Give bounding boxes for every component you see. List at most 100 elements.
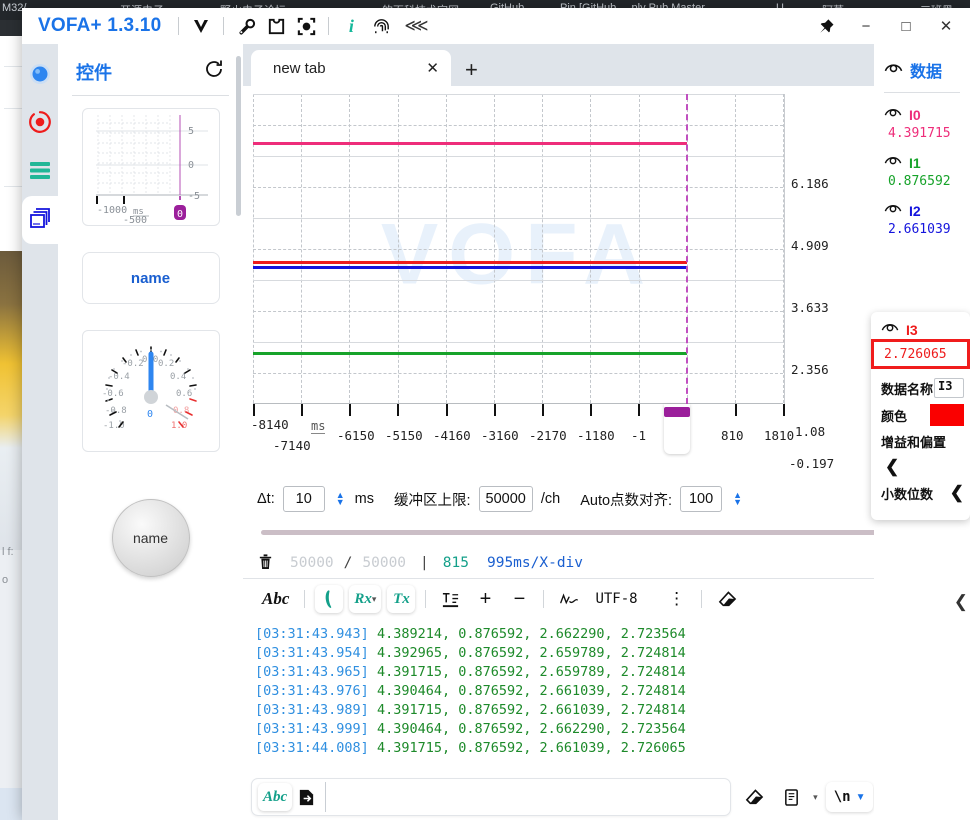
property-row-gain[interactable]: 增益和偏置 (871, 429, 970, 454)
button-widget-label: name (130, 269, 171, 287)
buffer-slider[interactable] (257, 518, 958, 548)
channel-row-I3[interactable]: I3 (871, 312, 970, 339)
abc-button[interactable]: Abc (257, 585, 294, 613)
close-button[interactable]: ✕ (926, 11, 966, 41)
log-values: 4.392965, 0.876592, 2.659789, 2.724814 (376, 645, 686, 661)
layers-icon (27, 205, 53, 236)
terminal-toolbar: Abc Rx ▾ Tx + − UTF-8 ⋮ (243, 579, 970, 619)
send-input[interactable] (325, 782, 724, 812)
minimize-button[interactable]: − (846, 11, 886, 41)
property-row-gain-expand[interactable]: ❮ (871, 454, 970, 480)
eye-icon[interactable] (884, 105, 902, 124)
round-button[interactable]: name (111, 499, 190, 577)
slider-track[interactable] (261, 530, 928, 535)
focus-icon[interactable] (291, 12, 321, 40)
pin-icon[interactable] (806, 11, 846, 41)
align-input[interactable]: 100 (680, 486, 723, 512)
dt-input[interactable]: 10 (282, 486, 325, 512)
round-button-widget[interactable]: name (82, 478, 220, 598)
trace-I3 (253, 261, 687, 264)
terminal-log[interactable]: [03:31:43.943] 4.389214, 0.876592, 2.662… (243, 619, 970, 774)
rx-dropdown[interactable]: Rx ▾ (349, 585, 382, 613)
refresh-icon[interactable] (203, 58, 225, 85)
data-panel-title: 数据 (910, 64, 943, 81)
send-abc-button[interactable]: Abc (258, 783, 293, 811)
terminal-menu-button[interactable]: ⋮ (663, 585, 691, 613)
tab-new-tab[interactable]: new tab ✕ (251, 50, 451, 86)
eye-icon[interactable] (884, 153, 902, 172)
tab-close-icon[interactable]: ✕ (426, 59, 439, 77)
widgets-title: 控件 (76, 62, 112, 83)
eraser-icon[interactable] (712, 585, 742, 613)
align-stepper[interactable]: ▲ ▼ (733, 491, 742, 507)
decrease-font-button[interactable]: − (505, 585, 533, 613)
log-timestamp: [03:31:43.976] (255, 683, 369, 699)
collapse-toolbar-button[interactable]: ⋘ (396, 16, 434, 36)
chart-cursor-line[interactable] (686, 94, 688, 404)
sidebar-item-connection[interactable] (22, 52, 58, 100)
tabbar: new tab ✕ + ⋮ (243, 44, 970, 86)
collapse-panel-button[interactable]: ❮ (954, 592, 968, 612)
trace-I0 (253, 142, 687, 145)
divider (884, 92, 960, 93)
channel-row-I2[interactable]: I2 (874, 197, 970, 220)
data-name-input[interactable]: I3 (934, 378, 964, 398)
channel-row-I0[interactable]: I0 (874, 101, 970, 124)
fingerprint-icon[interactable] (366, 12, 396, 40)
tx-button[interactable]: Tx (387, 585, 416, 613)
button-widget[interactable]: name (81, 252, 220, 304)
info-icon[interactable]: i (336, 12, 366, 40)
add-tab-button[interactable]: + (451, 57, 488, 86)
newline-dropdown[interactable]: \n ▼ (825, 782, 874, 812)
trace-I2 (253, 266, 687, 269)
phone-icon[interactable] (315, 585, 344, 613)
sidebar-item-list[interactable] (22, 148, 58, 196)
log-timestamp: [03:31:43.989] (255, 702, 369, 718)
record-target-icon (27, 109, 53, 140)
chart-controls-row-2: 50000 / 50000 | 815 995ms/X-div Auto (257, 548, 958, 578)
script-icon[interactable] (777, 783, 805, 811)
plot-widget[interactable]: 5 0 -5 -1000 ms -500 0 (81, 108, 220, 226)
eye-icon[interactable] (884, 201, 902, 220)
chart-plot[interactable]: VOFA (253, 94, 784, 404)
svg-text:5: 5 (188, 126, 194, 137)
sidebar-item-widgets[interactable] (22, 196, 58, 244)
widgets-scrollbar[interactable] (236, 56, 241, 216)
wrench-icon[interactable] (231, 12, 261, 40)
channel-card-I3[interactable]: I3 2.726065 数据名称 I3 颜色 增益和偏置 ❮ 小数位数 ❮ (871, 312, 970, 520)
maximize-button[interactable]: □ (886, 11, 926, 41)
trash-icon[interactable] (257, 552, 274, 575)
property-row-name[interactable]: 数据名称 I3 (871, 375, 970, 401)
send-input-wrap[interactable]: Abc (251, 778, 732, 816)
log-line: [03:31:43.999] 4.390464, 0.876592, 2.662… (255, 720, 970, 739)
eye-icon[interactable] (881, 320, 899, 339)
waveform-icon[interactable] (554, 585, 584, 613)
text-format-icon[interactable] (436, 585, 465, 613)
theme-shirt-icon[interactable] (261, 12, 291, 40)
eye-icon[interactable] (884, 60, 903, 80)
chart-cursor-handle[interactable] (664, 407, 690, 417)
property-row-decimals[interactable]: 小数位数 ❮ (871, 480, 970, 506)
encoding-label[interactable]: UTF-8 (590, 585, 642, 613)
send-eraser-icon[interactable] (739, 783, 769, 811)
color-swatch[interactable] (930, 404, 964, 426)
buffer-input[interactable]: 50000 (478, 486, 533, 512)
chevron-left-icon[interactable]: ❮ (885, 457, 899, 477)
align-label: Auto点数对齐: (580, 492, 673, 509)
file-export-icon[interactable] (292, 783, 321, 811)
dt-stepper[interactable]: ▲ ▼ (336, 491, 345, 507)
gauge-widget[interactable]: -0.20.00.2 -0.40.4 -0.60.6 -0.8 -1.0 0.8… (81, 330, 220, 452)
channel-row-I1[interactable]: I1 (874, 149, 970, 172)
chart-area[interactable]: VOFA 6.186 4.909 3.633 2.356 1.08 -0.197… (243, 86, 970, 476)
widgets-list[interactable]: 5 0 -5 -1000 ms -500 0 name -0.2 0.2 -0.… (58, 96, 243, 820)
sidebar-item-record[interactable] (22, 100, 58, 148)
app-title: VOFA+ 1.3.10 (38, 15, 162, 36)
background-side-text: o (2, 574, 9, 586)
channel-value: 2.661039 (888, 222, 951, 237)
property-row-color[interactable]: 颜色 (871, 401, 970, 429)
vofa-logo-icon[interactable] (186, 12, 216, 40)
chevron-left-icon[interactable]: ❮ (950, 483, 964, 503)
increase-font-button[interactable]: + (471, 585, 499, 613)
svg-text:-0.8: -0.8 (105, 406, 127, 416)
script-chevron-down-icon[interactable]: ▾ (813, 792, 818, 803)
